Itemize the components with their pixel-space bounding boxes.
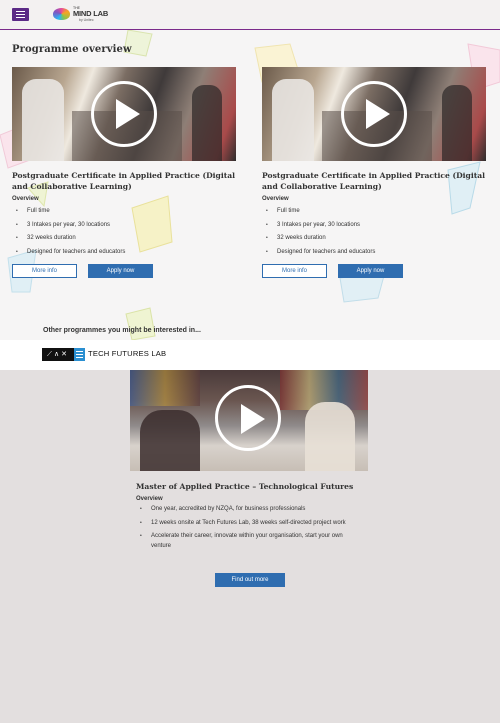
brain-logo-icon (53, 8, 70, 20)
button-row: More info Apply now (262, 264, 486, 278)
list-item: Designed for teachers and educators (262, 246, 486, 260)
overview-list: Full time 3 Intakes per year, 30 locatio… (12, 205, 236, 259)
hamburger-icon[interactable] (12, 8, 29, 21)
video-scene (22, 79, 64, 161)
list-item: 32 weeks duration (12, 232, 236, 246)
tfl-lines-icon (74, 348, 85, 361)
top-bar: THE MIND LAB by Unitec (0, 0, 500, 30)
video-scene (442, 85, 472, 161)
hamburger-line (16, 11, 25, 13)
programme-card: Postgraduate Certificate in Applied Prac… (262, 67, 486, 278)
other-programmes-title: Other programmes you might be interested… (43, 327, 201, 334)
tech-futures-lab-logo[interactable]: ⟋∧✕ TECH FUTURES LAB (42, 348, 172, 361)
video-thumbnail[interactable] (262, 67, 486, 161)
hamburger-line (16, 14, 25, 16)
play-triangle-icon (116, 99, 140, 129)
list-item: 12 weeks onsite at Tech Futures Lab, 38 … (136, 519, 360, 529)
mind-lab-logo[interactable]: THE MIND LAB by Unitec (53, 6, 123, 24)
video-scene (140, 410, 200, 471)
tfl-line (76, 357, 83, 359)
overview-list: Full time 3 Intakes per year, 30 locatio… (262, 205, 486, 259)
programme-overview-section: Programme overview Postgraduate Certific… (0, 30, 500, 340)
list-item: Full time (12, 205, 236, 219)
more-info-button[interactable]: More info (12, 264, 77, 278)
list-item: Full time (262, 205, 486, 219)
logo-name-text: MIND LAB (73, 9, 109, 18)
video-scene (272, 79, 314, 161)
overview-list: One year, accredited by NZQA, for busine… (136, 505, 360, 551)
list-item: One year, accredited by NZQA, for busine… (136, 505, 360, 515)
hamburger-line (16, 17, 25, 19)
play-triangle-icon (366, 99, 390, 129)
button-row: More info Apply now (12, 264, 236, 278)
video-scene (192, 85, 222, 161)
section-title: Programme overview (12, 44, 132, 55)
find-out-more-button[interactable]: Find out more (215, 573, 285, 587)
tfl-line (76, 354, 83, 356)
card-title: Master of Applied Practice – Technologic… (136, 482, 354, 491)
tfl-mark-icon: ⟋∧✕ (42, 348, 74, 361)
video-thumbnail[interactable] (130, 370, 368, 471)
overview-label: Overview (12, 196, 39, 202)
list-item: Designed for teachers and educators (12, 246, 236, 260)
more-info-button[interactable]: More info (262, 264, 327, 278)
card-title: Postgraduate Certificate in Applied Prac… (12, 171, 236, 191)
video-scene (305, 402, 355, 471)
apply-now-button[interactable]: Apply now (338, 264, 403, 278)
video-scene (130, 370, 200, 406)
list-item: 3 Intakes per year, 30 locations (262, 219, 486, 233)
tfl-line (76, 351, 83, 353)
programme-card: Postgraduate Certificate in Applied Prac… (12, 67, 236, 278)
play-triangle-icon (241, 404, 265, 434)
overview-label: Overview (262, 196, 289, 202)
list-item: Accelerate their career, innovate within… (136, 532, 360, 551)
video-thumbnail[interactable] (12, 67, 236, 161)
other-programme-card: Master of Applied Practice – Technologic… (130, 370, 368, 587)
tech-futures-band: ⟋∧✕ TECH FUTURES LAB (0, 340, 500, 370)
list-item: 3 Intakes per year, 30 locations (12, 219, 236, 233)
tfl-logo-text: TECH FUTURES LAB (88, 349, 167, 358)
card-title: Postgraduate Certificate in Applied Prac… (262, 171, 486, 191)
overview-label: Overview (136, 496, 163, 502)
logo-by-text: by Unitec (79, 18, 94, 22)
deco-shape (125, 307, 156, 340)
apply-now-button[interactable]: Apply now (88, 264, 153, 278)
list-item: 32 weeks duration (262, 232, 486, 246)
